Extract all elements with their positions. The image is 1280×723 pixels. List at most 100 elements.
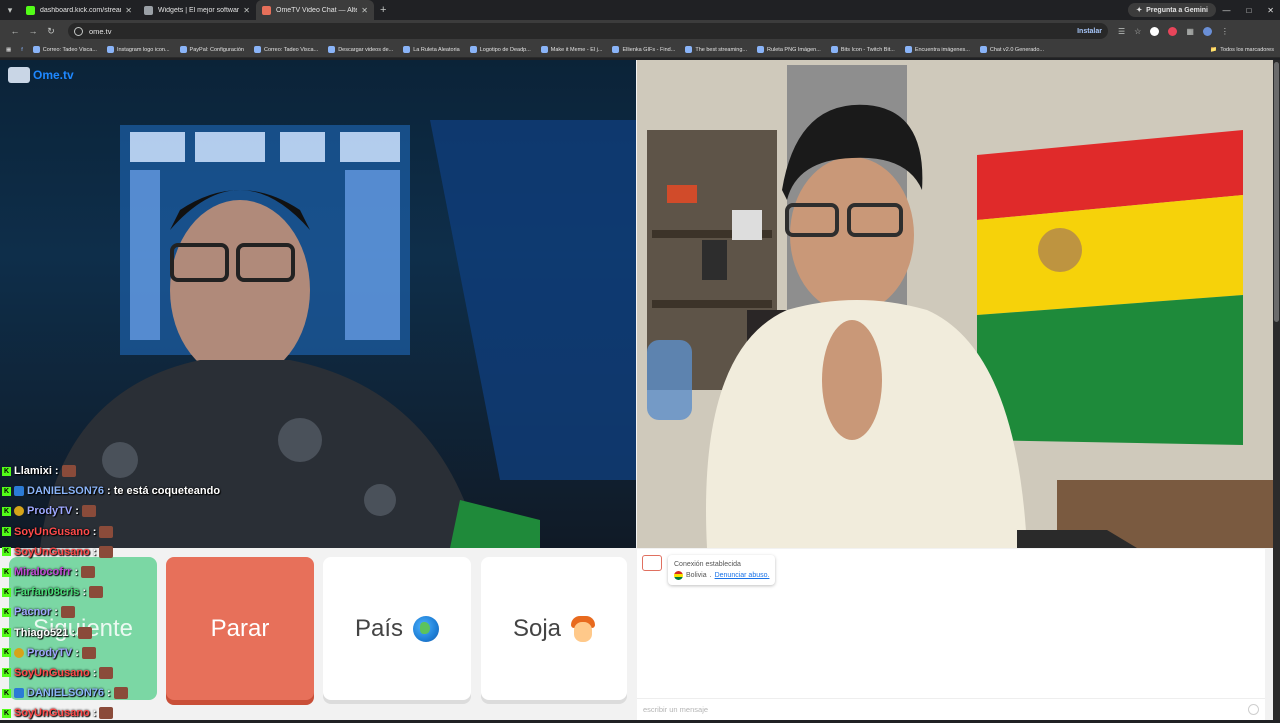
overlay-username: SoyUnGusano — [14, 525, 90, 538]
emote-icon — [89, 586, 104, 599]
menu-kebab-icon[interactable]: ⋮ — [1221, 27, 1229, 36]
bookmark-item[interactable]: Bits Icon - Twitch Bit... — [830, 46, 895, 53]
bookmark-item[interactable]: Instagram logo icon... — [106, 46, 170, 53]
bookmark-item[interactable]: Logotipo de Deadp... — [469, 46, 531, 53]
bookmark-label: Ellienka GIFs - Find... — [622, 46, 676, 53]
tab-search-icon[interactable]: ▾ — [0, 0, 20, 20]
extension-icon[interactable] — [1150, 26, 1160, 36]
overlay-chat-line: K Thiago521: — [2, 623, 232, 643]
bookmark-label: Chat v2.0 Generado... — [989, 46, 1044, 53]
new-tab-icon[interactable]: + — [380, 4, 386, 16]
bookmark-item[interactable]: Descargar videos de... — [328, 46, 393, 53]
bookmark-favicon-icon — [328, 46, 336, 53]
overlay-separator: : — [92, 525, 97, 538]
gender-button[interactable]: Soja — [481, 557, 627, 700]
site-info-icon[interactable] — [74, 26, 83, 36]
emote-icon — [99, 525, 114, 538]
gemini-icon: ✦ — [1136, 7, 1143, 14]
message-input[interactable]: escribir un mensaje — [637, 698, 1265, 720]
bookmark-item[interactable]: The best streaming... — [685, 46, 747, 53]
bookmark-item[interactable]: Correo: Tadeo Visca... — [253, 46, 319, 53]
bookmark-item[interactable]: Encuentra imágenes... — [904, 46, 970, 53]
overlay-username: Pacnor — [14, 606, 52, 619]
facebook-bookmark-icon[interactable]: f — [21, 47, 23, 53]
country-line: Bolivia . Denunciar abuso. — [674, 570, 769, 581]
bookmark-label: Descargar videos de... — [338, 46, 394, 53]
profile-avatar[interactable] — [1202, 26, 1212, 36]
emote-icon — [99, 545, 114, 558]
kick-badge-icon: K — [2, 607, 11, 617]
reload-icon[interactable]: ↻ — [42, 26, 60, 37]
bookmark-item[interactable]: Chat v2.0 Generado... — [979, 46, 1044, 53]
tab-widgets[interactable]: Widgets | El mejor software pa ✕ — [138, 0, 256, 20]
page-scrollbar[interactable] — [1273, 60, 1280, 720]
kick-badge-icon: K — [2, 708, 11, 718]
emoji-icon[interactable] — [1248, 704, 1259, 715]
overlay-separator: : — [54, 465, 59, 478]
folder-icon: 📁 — [1210, 46, 1218, 53]
gender-button-label: Soja — [512, 614, 562, 642]
extensions-puzzle-icon[interactable]: ▦ — [1186, 27, 1194, 36]
ometv-avatar — [642, 555, 662, 571]
overlay-separator: : — [92, 707, 97, 720]
emote-icon — [60, 606, 75, 619]
extension-icon[interactable] — [1168, 26, 1178, 36]
tab-kick-dashboard[interactable]: dashboard.kick.com/stream ✕ — [20, 0, 138, 20]
overlay-chat-line: K Miralocofrr: — [2, 562, 232, 582]
globe-icon — [413, 615, 440, 642]
address-bar[interactable]: ome.tv Instalar — [68, 23, 1108, 39]
toolbar-actions: ☰ ☆ ▦ ⋮ — [1118, 26, 1229, 36]
self-video-scene — [637, 60, 1273, 548]
bookmark-label: Ruleta PNG Imágen... — [767, 46, 821, 53]
apps-grid-icon[interactable]: ▦ — [6, 47, 11, 53]
verified-badge-icon — [14, 486, 24, 497]
kick-badge-icon: K — [2, 628, 11, 638]
all-bookmarks-folder[interactable]: 📁 Todos los marcadores — [1210, 47, 1274, 53]
bookmark-item[interactable]: Correo: Tadeo Visca... — [32, 46, 97, 53]
forward-icon[interactable]: → — [24, 26, 42, 36]
window-close-icon[interactable]: ✕ — [1267, 6, 1274, 15]
close-icon[interactable]: ✕ — [243, 6, 250, 15]
overlay-chat-line: K DANIELSON76: te está coqueteando — [2, 481, 232, 501]
close-icon[interactable]: ✕ — [125, 6, 132, 15]
emote-icon — [81, 646, 96, 659]
kick-badge-icon: K — [2, 688, 11, 698]
tab-ometv[interactable]: OmeTV Video Chat — Altern ✕ — [256, 0, 374, 20]
back-icon[interactable]: ← — [6, 26, 24, 36]
self-video — [637, 60, 1273, 548]
bolivia-flag-icon — [674, 571, 683, 580]
overlay-username: DANIELSON76 — [27, 485, 105, 498]
bookmark-label: Correo: Tadeo Visca... — [263, 46, 319, 53]
gemini-label: Pregunta a Gemini — [1146, 6, 1208, 14]
bookmark-item[interactable]: Ruleta PNG Imágen... — [757, 46, 821, 53]
ometv-favicon-icon — [262, 5, 271, 15]
translate-icon[interactable]: ☰ — [1118, 27, 1125, 36]
bookmark-item[interactable]: PayPal: Configuración — [179, 46, 244, 53]
minimize-icon[interactable]: — — [1222, 6, 1230, 15]
install-app-button[interactable]: Instalar — [1077, 28, 1102, 35]
verified-badge-icon — [14, 688, 24, 699]
bookmark-item[interactable]: Ellienka GIFs - Find... — [612, 46, 675, 53]
bookmark-favicon-icon — [757, 46, 764, 53]
bookmark-label: Make it Meme - El j... — [550, 46, 603, 53]
report-abuse-link[interactable]: Denunciar abuso. — [715, 570, 770, 581]
overlay-username: SoyUnGusano — [14, 545, 90, 558]
overlay-username: ProdyTV — [27, 505, 73, 518]
restore-icon[interactable]: □ — [1246, 6, 1251, 15]
bookmark-label: Encuentra imágenes... — [914, 46, 970, 53]
tab-label: dashboard.kick.com/stream — [40, 6, 122, 14]
bookmark-item[interactable]: Make it Meme - El j... — [540, 46, 603, 53]
bookmark-item[interactable]: La Ruleta Aleatoria — [403, 46, 460, 53]
close-icon[interactable]: ✕ — [361, 6, 368, 15]
scrollbar-thumb[interactable] — [1274, 62, 1279, 322]
logo-text: Ome.tv — [33, 68, 74, 82]
bookmark-label: Todos los marcadores — [1220, 46, 1274, 53]
kick-favicon-icon — [26, 5, 35, 15]
bookmark-star-icon[interactable]: ☆ — [1134, 27, 1141, 36]
gemini-button[interactable]: ✦ Pregunta a Gemini — [1128, 3, 1216, 17]
overlay-chat-line: K ProdyTV: — [2, 501, 232, 521]
bookmark-label: Correo: Tadeo Visca... — [42, 46, 97, 53]
bookmark-favicon-icon — [32, 46, 40, 53]
overlay-chat-line: K Pacnor: — [2, 602, 232, 622]
country-button[interactable]: País — [323, 557, 471, 700]
